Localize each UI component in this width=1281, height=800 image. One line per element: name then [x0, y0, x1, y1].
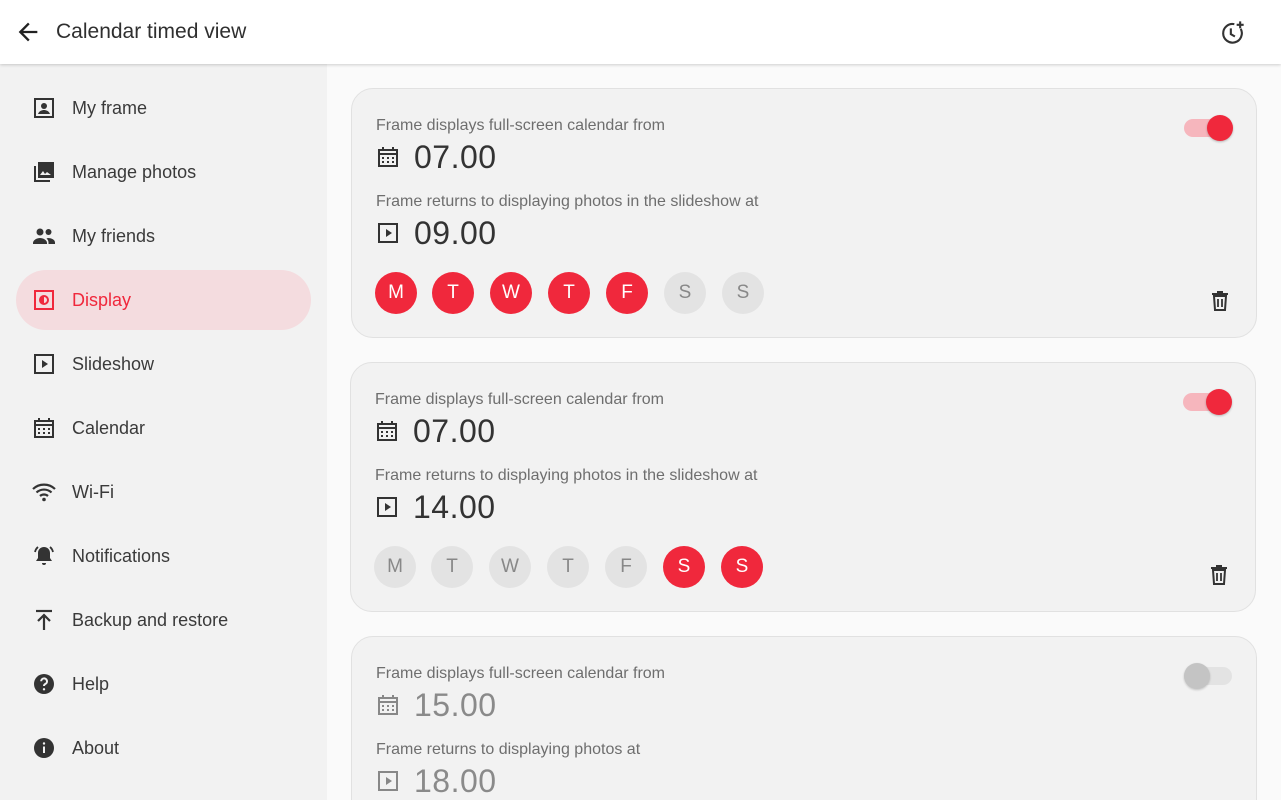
- from-time[interactable]: 07.00: [413, 413, 496, 450]
- day-thursday[interactable]: T: [548, 272, 590, 314]
- calendar-icon: [34, 418, 54, 438]
- sidebar: My frame Manage photos My friends Displa…: [0, 64, 327, 800]
- to-time[interactable]: 18.00: [414, 763, 497, 800]
- sidebar-item-label: Calendar: [72, 418, 146, 438]
- slideshow-icon: [378, 771, 398, 791]
- page-title: Calendar timed view: [56, 20, 247, 43]
- arrow-back-icon: [18, 22, 38, 42]
- sidebar-item-label: My frame: [72, 98, 148, 118]
- from-label: Frame displays full-screen calendar from: [376, 665, 665, 682]
- from-label: Frame displays full-screen calendar from: [375, 391, 664, 408]
- to-time[interactable]: 14.00: [413, 489, 496, 526]
- schedule-toggle[interactable]: [1184, 661, 1234, 691]
- slideshow-icon: [378, 223, 398, 243]
- sidebar-item-my-frame[interactable]: My frame: [16, 78, 311, 138]
- calendar-icon: [378, 695, 398, 715]
- sidebar-item-label: About: [72, 738, 120, 758]
- day-wednesday[interactable]: W: [489, 546, 531, 588]
- from-label: Frame displays full-screen calendar from: [376, 117, 665, 134]
- schedule-card: Frame displays full-screen calendar from…: [351, 636, 1257, 800]
- day-sunday[interactable]: S: [722, 272, 764, 314]
- sidebar-item-label: My friends: [72, 226, 156, 246]
- sidebar-item-notifications[interactable]: Notifications: [16, 526, 311, 586]
- to-time[interactable]: 09.00: [414, 215, 497, 252]
- slideshow-icon: [377, 497, 397, 517]
- sidebar-item-label: Help: [72, 674, 110, 694]
- trash-icon: [1211, 565, 1227, 585]
- day-saturday[interactable]: S: [664, 272, 706, 314]
- day-monday[interactable]: M: [375, 272, 417, 314]
- sidebar-item-my-friends[interactable]: My friends: [16, 206, 311, 266]
- help-icon: [34, 674, 54, 694]
- sidebar-item-backup[interactable]: Backup and restore: [16, 590, 311, 650]
- add-timer-button[interactable]: [1218, 19, 1246, 47]
- slideshow-icon: [34, 354, 54, 374]
- sidebar-item-slideshow[interactable]: Slideshow: [16, 334, 311, 394]
- schedule-list: Frame displays full-screen calendar from…: [327, 64, 1281, 800]
- notifications-icon: [34, 546, 54, 565]
- toggle-knob: [1207, 115, 1233, 141]
- toggle-knob: [1206, 389, 1232, 415]
- sidebar-item-help[interactable]: Help: [16, 654, 311, 714]
- calendar-icon: [377, 421, 397, 441]
- info-icon: [34, 738, 54, 758]
- trash-icon: [1212, 291, 1228, 311]
- day-wednesday[interactable]: W: [490, 272, 532, 314]
- wifi-icon: [32, 483, 56, 502]
- sidebar-item-label: Slideshow: [72, 354, 155, 374]
- day-thursday[interactable]: T: [547, 546, 589, 588]
- day-monday[interactable]: M: [374, 546, 416, 588]
- day-sunday[interactable]: S: [721, 546, 763, 588]
- upload-icon: [36, 609, 52, 630]
- schedule-card: Frame displays full-screen calendar from…: [351, 88, 1257, 338]
- portrait-icon: [34, 98, 54, 118]
- delete-button[interactable]: [1207, 563, 1231, 587]
- to-label: Frame returns to displaying photos at: [376, 741, 641, 758]
- schedule-card: Frame displays full-screen calendar from…: [350, 362, 1256, 612]
- day-saturday[interactable]: S: [663, 546, 705, 588]
- delete-button[interactable]: [1208, 289, 1232, 313]
- sidebar-item-label: Manage photos: [72, 162, 197, 182]
- sidebar-item-manage-photos[interactable]: Manage photos: [16, 142, 311, 202]
- to-label: Frame returns to displaying photos in th…: [375, 467, 758, 484]
- day-tuesday[interactable]: T: [432, 272, 474, 314]
- sidebar-item-label: Notifications: [72, 546, 171, 566]
- day-friday[interactable]: F: [605, 546, 647, 588]
- sidebar-item-label: Wi-Fi: [72, 482, 114, 502]
- back-button[interactable]: [14, 18, 42, 46]
- from-time[interactable]: 15.00: [414, 687, 497, 724]
- schedule-toggle[interactable]: [1183, 387, 1233, 417]
- toggle-knob: [1184, 663, 1210, 689]
- photo-library-icon: [34, 162, 54, 182]
- day-tuesday[interactable]: T: [431, 546, 473, 588]
- calendar-icon: [378, 147, 398, 167]
- sidebar-item-label: Backup and restore: [72, 610, 229, 630]
- to-label: Frame returns to displaying photos in th…: [376, 193, 759, 210]
- app-bar: Calendar timed view: [0, 0, 1281, 64]
- schedule-toggle[interactable]: [1184, 113, 1234, 143]
- day-friday[interactable]: F: [606, 272, 648, 314]
- sidebar-item-calendar[interactable]: Calendar: [16, 398, 311, 458]
- sidebar-item-about[interactable]: About: [16, 718, 311, 778]
- display-icon: [34, 290, 54, 310]
- sidebar-item-wifi[interactable]: Wi-Fi: [16, 462, 311, 522]
- from-time[interactable]: 07.00: [414, 139, 497, 176]
- sidebar-item-label: Display: [72, 290, 132, 310]
- add-timer-icon: [1222, 21, 1244, 44]
- sidebar-item-display[interactable]: Display: [16, 270, 311, 330]
- people-icon: [33, 228, 55, 244]
